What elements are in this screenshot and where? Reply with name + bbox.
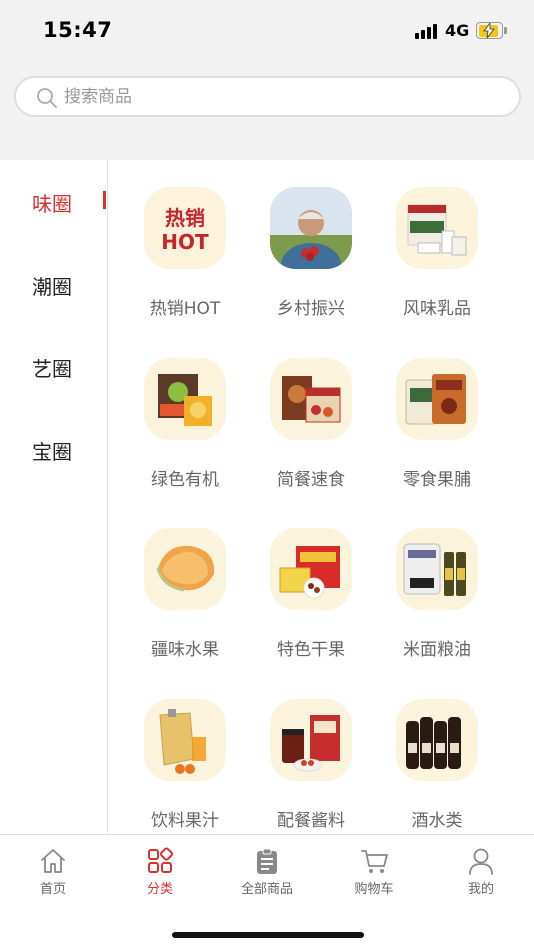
- home-indicator[interactable]: [172, 932, 364, 938]
- rice-oil-photo: [396, 528, 478, 610]
- category-label: 疆味水果: [151, 640, 219, 660]
- cart-icon: [361, 850, 388, 873]
- melon-photo: [144, 528, 226, 610]
- search-icon: [37, 88, 57, 108]
- category-page: 15:47 4G 味圈 潮圈 艺圈 宝圈: [0, 0, 534, 950]
- sidebar-item-label: 宝圈: [32, 440, 72, 464]
- tab-label: 分类: [146, 882, 173, 897]
- category-label: 风味乳品: [403, 299, 471, 319]
- dried-fruit-box-photo: [270, 528, 352, 610]
- category-grid: 热销 HOT 热销HOT 乡村振兴 风味乳品 绿色有机 简餐速食 零食果脯 疆味…: [108, 160, 534, 834]
- tab-profile[interactable]: 我的: [436, 845, 526, 900]
- status-time: 15:47: [43, 18, 113, 42]
- tab-label: 我的: [467, 882, 494, 897]
- juice-pouch-photo: [144, 699, 226, 781]
- category-dairy[interactable]: 风味乳品: [374, 160, 500, 319]
- sidebar-item-baoquan[interactable]: 宝圈: [0, 428, 107, 468]
- hot-icon-text-top: 热销: [165, 206, 205, 230]
- bottles-photo: [396, 699, 478, 781]
- category-grain-oil[interactable]: 米面粮油: [374, 501, 500, 660]
- sidebar: 味圈 潮圈 艺圈 宝圈: [0, 160, 108, 834]
- sidebar-item-yiquan[interactable]: 艺圈: [0, 345, 107, 385]
- tab-label: 首页: [39, 882, 66, 897]
- home-icon: [41, 849, 65, 873]
- dairy-box-photo: [396, 187, 478, 269]
- tab-all-products[interactable]: 全部商品: [222, 845, 312, 900]
- category-nuts[interactable]: 特色干果: [248, 501, 374, 660]
- category-label: 乡村振兴: [277, 299, 345, 319]
- category-snack[interactable]: 零食果脯: [374, 331, 500, 490]
- category-fruit[interactable]: 疆味水果: [122, 501, 248, 660]
- active-indicator: [103, 191, 106, 209]
- sidebar-item-label: 潮圈: [32, 275, 72, 299]
- sidebar-item-chaoquan[interactable]: 潮圈: [0, 263, 107, 303]
- category-label: 饮料果汁: [151, 811, 219, 831]
- sauce-jar-photo: [270, 699, 352, 781]
- tab-label: 购物车: [354, 882, 394, 897]
- tab-label: 全部商品: [240, 882, 293, 897]
- category-label: 特色干果: [277, 640, 345, 660]
- snack-bag-photo: [396, 358, 478, 440]
- tab-home[interactable]: 首页: [8, 845, 98, 900]
- category-fastfood[interactable]: 简餐速食: [248, 331, 374, 490]
- tab-cart[interactable]: 购物车: [329, 845, 419, 900]
- farmer-photo: [270, 187, 352, 269]
- user-icon: [469, 848, 493, 875]
- category-label: 酒水类: [411, 811, 463, 831]
- category-organic[interactable]: 绿色有机: [122, 331, 248, 490]
- category-label: 米面粮油: [403, 640, 471, 660]
- category-label: 热销HOT: [149, 299, 221, 319]
- category-label: 配餐酱料: [277, 811, 345, 831]
- sidebar-item-label: 艺圈: [32, 357, 72, 381]
- search-input[interactable]: [64, 83, 484, 111]
- category-hot[interactable]: 热销 HOT 热销HOT: [122, 160, 248, 319]
- category-drinks[interactable]: 饮料果汁: [122, 672, 248, 831]
- clipboard-icon: [257, 848, 277, 874]
- organic-food-photo: [144, 358, 226, 440]
- sidebar-item-label: 味圈: [32, 192, 72, 216]
- signal-icon: [415, 23, 439, 39]
- network-type: 4G: [445, 21, 470, 40]
- sidebar-item-weiquan[interactable]: 味圈: [0, 180, 107, 220]
- tab-category[interactable]: 分类: [115, 845, 205, 900]
- category-alcohol[interactable]: 酒水类: [374, 672, 500, 831]
- header: 15:47 4G: [0, 0, 534, 160]
- hot-icon-text-bottom: HOT: [161, 230, 209, 254]
- instant-food-photo: [270, 358, 352, 440]
- category-label: 零食果脯: [403, 470, 471, 490]
- category-label: 绿色有机: [151, 470, 219, 490]
- hot-sale-icon: 热销 HOT: [144, 187, 226, 269]
- category-rural[interactable]: 乡村振兴: [248, 160, 374, 319]
- category-grid-icon: [148, 847, 174, 873]
- battery-charging-icon: [476, 22, 507, 39]
- search-bar[interactable]: [14, 76, 521, 117]
- category-sauce[interactable]: 配餐酱料: [248, 672, 374, 831]
- category-label: 简餐速食: [277, 470, 345, 490]
